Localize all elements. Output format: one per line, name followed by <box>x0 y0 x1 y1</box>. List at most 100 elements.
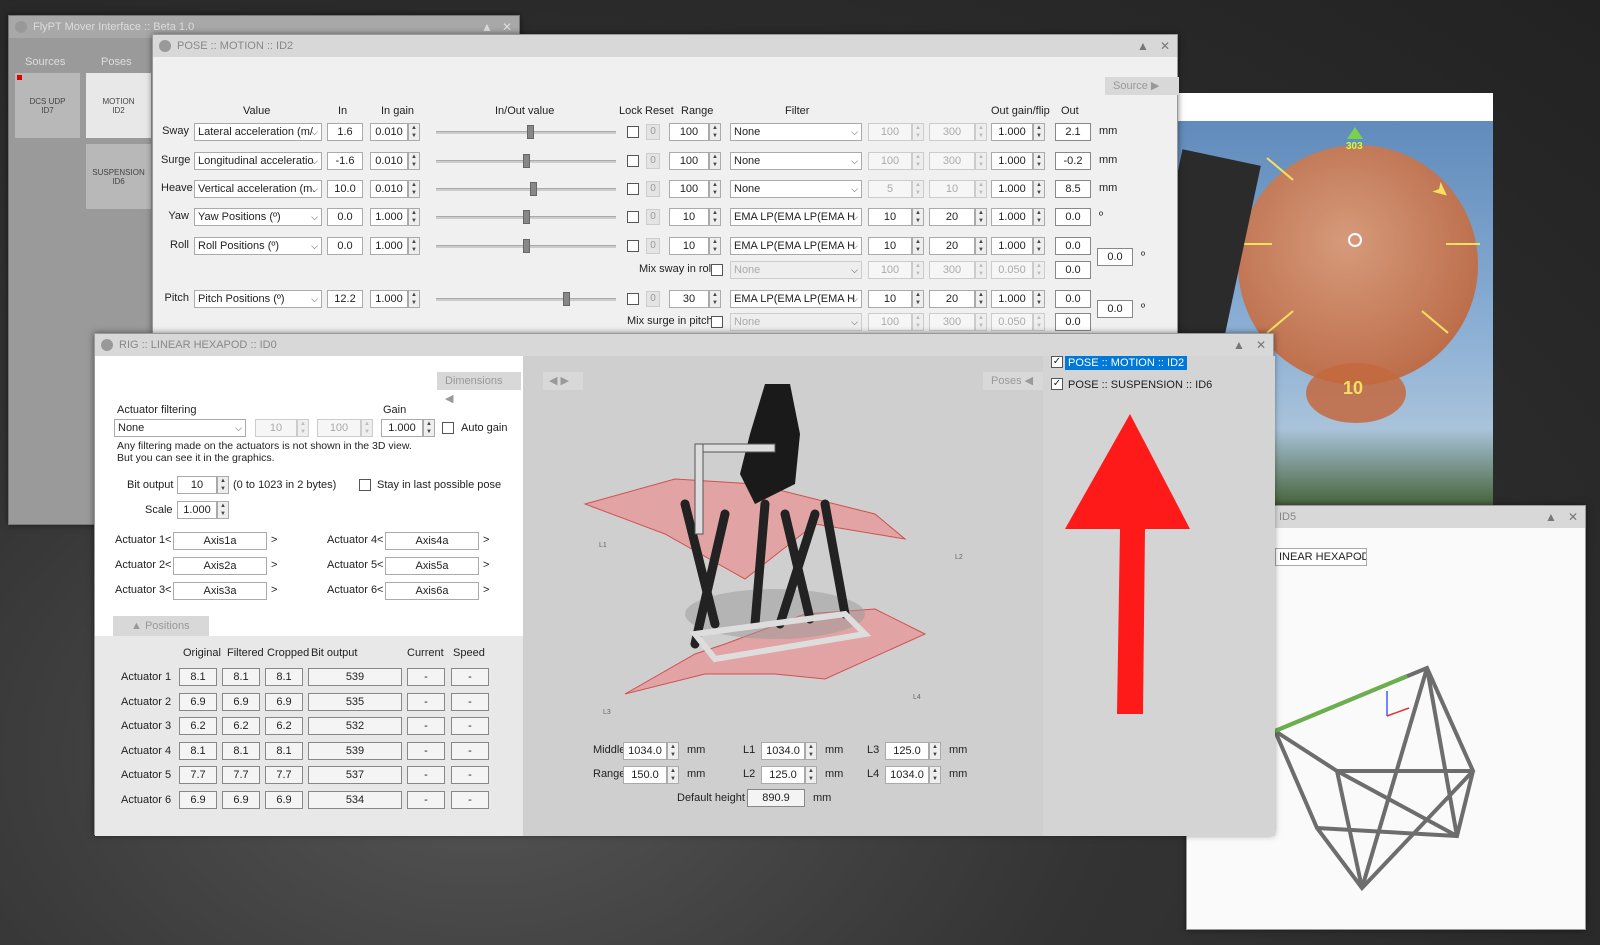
rig-window-titlebar[interactable]: RIG :: LINEAR HEXAPOD :: ID0 <box>95 334 1273 356</box>
mix-param-1-input[interactable]: 100 <box>868 313 912 331</box>
stepper[interactable]: ▲ ▼ <box>408 180 420 198</box>
filter-select[interactable]: EMA LP(EMA LP(EMA H ⌵ <box>730 237 862 255</box>
tab-poses[interactable]: Poses <box>101 56 132 68</box>
stepper[interactable]: ▲ ▼ <box>709 290 721 308</box>
filter-param-2-input[interactable]: 10 <box>929 180 975 198</box>
lock-checkbox[interactable] <box>627 240 639 252</box>
filter-select[interactable]: EMA LP(EMA LP(EMA H ⌵ <box>730 208 862 226</box>
stay-last-pose-checkbox[interactable] <box>359 479 371 491</box>
pose-card-suspension[interactable]: SUSPENSION ID6 <box>86 144 151 209</box>
filter-param-2-input[interactable]: 20 <box>929 237 975 255</box>
range-input[interactable]: 100 <box>669 123 709 141</box>
stepper[interactable]: ▲ ▼ <box>667 742 679 760</box>
middle-input[interactable]: 1034.0 <box>623 742 667 760</box>
input-source-select[interactable]: Pitch Positions (º) ⌵ <box>194 290 322 308</box>
stepper[interactable]: ▲ ▼ <box>912 261 924 279</box>
stepper[interactable]: ▲ ▼ <box>1033 152 1045 170</box>
stepper[interactable]: ▲ ▼ <box>408 290 420 308</box>
stepper[interactable]: ▲ ▼ <box>667 766 679 784</box>
stepper[interactable]: ▲ ▼ <box>1033 123 1045 141</box>
pose-list-item[interactable]: ✓ POSE :: SUSPENSION :: ID6 <box>1051 376 1215 394</box>
filter-param-2-input[interactable]: 300 <box>929 123 975 141</box>
out-gain-input[interactable]: 1.000 <box>991 290 1033 308</box>
stepper[interactable]: ▲ ▼ <box>912 313 924 331</box>
out-gain-input[interactable]: 1.000 <box>991 123 1033 141</box>
maximize-icon[interactable]: ▲ <box>1541 506 1561 528</box>
stepper[interactable]: ▲ ▼ <box>975 290 987 308</box>
out-gain-input[interactable]: 1.000 <box>991 152 1033 170</box>
filter-param-2-input[interactable]: 20 <box>929 290 975 308</box>
gain-input[interactable]: 1.000 <box>381 419 423 437</box>
reset-button[interactable]: 0 <box>646 153 660 169</box>
input-source-select[interactable]: Vertical acceleration (m. ⌵ <box>194 180 322 198</box>
scale-stepper[interactable]: ▲ ▼ <box>217 501 229 519</box>
l1-input[interactable]: 1034.0 <box>761 742 805 760</box>
in-value[interactable]: -1.6 <box>327 152 363 170</box>
mix-checkbox[interactable] <box>711 264 723 276</box>
pose-list-checkbox[interactable]: ✓ <box>1051 356 1063 369</box>
maximize-icon[interactable]: ▲ <box>1133 35 1153 57</box>
gain-stepper[interactable]: ▲ ▼ <box>423 419 435 437</box>
range-input[interactable]: 30 <box>669 290 709 308</box>
actuator-axis-input[interactable]: Axis4a <box>385 532 479 550</box>
filter-param-1-input[interactable]: 10 <box>868 290 912 308</box>
stepper[interactable]: ▲ ▼ <box>929 742 941 760</box>
stepper[interactable]: ▲ ▼ <box>408 123 420 141</box>
lock-checkbox[interactable] <box>627 126 639 138</box>
stepper[interactable]: ▲ ▼ <box>912 237 924 255</box>
source-card-dcs[interactable]: DCS UDP ID7 <box>15 73 80 138</box>
mix-gain-input[interactable]: 0.050 <box>991 313 1033 331</box>
poses-tab[interactable]: Poses ◀ <box>983 372 1043 390</box>
lock-checkbox[interactable] <box>627 155 639 167</box>
stepper[interactable]: ▲ ▼ <box>975 261 987 279</box>
stepper[interactable]: ▲ ▼ <box>975 313 987 331</box>
stepper[interactable]: ▲ ▼ <box>709 123 721 141</box>
input-source-select[interactable]: Lateral acceleration (m/⌵ <box>194 123 322 141</box>
stepper[interactable]: ▲ ▼ <box>1033 261 1045 279</box>
filter-select[interactable]: None ⌵ <box>730 152 862 170</box>
stepper[interactable]: ▲ ▼ <box>1033 313 1045 331</box>
stepper[interactable]: ▲ ▼ <box>912 123 924 141</box>
stepper[interactable]: ▲ ▼ <box>1033 180 1045 198</box>
in-gain-input[interactable]: 1.000 <box>370 290 408 308</box>
inout-slider-thumb[interactable] <box>523 239 530 253</box>
stepper[interactable]: ▲ ▼ <box>408 208 420 226</box>
stepper[interactable]: ▲ ▼ <box>975 180 987 198</box>
mix-param-2-input[interactable]: 300 <box>929 261 975 279</box>
stepper[interactable]: ▲ ▼ <box>975 237 987 255</box>
auto-gain-checkbox[interactable] <box>442 422 454 434</box>
actuator-axis-input[interactable]: Axis3a <box>173 582 267 600</box>
out-gain-input[interactable]: 1.000 <box>991 237 1033 255</box>
filter-param-1-input[interactable]: 100 <box>868 152 912 170</box>
lock-checkbox[interactable] <box>627 211 639 223</box>
range-input[interactable]: 10 <box>669 208 709 226</box>
filter-select[interactable]: None ⌵ <box>730 180 862 198</box>
bit-output-stepper[interactable]: ▲ ▼ <box>217 476 229 494</box>
tab-sources[interactable]: Sources <box>25 56 65 68</box>
actuator-filter-select[interactable]: None ⌵ <box>114 419 246 437</box>
pose-list-checkbox[interactable]: ✓ <box>1051 378 1063 391</box>
range-input[interactable]: 100 <box>669 180 709 198</box>
stepper[interactable]: ▲ ▼ <box>805 742 817 760</box>
actuator-axis-input[interactable]: Axis1a <box>173 532 267 550</box>
reset-button[interactable]: 0 <box>646 209 660 225</box>
lock-checkbox[interactable] <box>627 183 639 195</box>
inout-slider-thumb[interactable] <box>523 210 530 224</box>
rig-type-select[interactable]: INEAR HEXAPOD ⌵ <box>1275 548 1367 566</box>
stepper[interactable]: ▲ ▼ <box>975 123 987 141</box>
reset-button[interactable]: 0 <box>646 238 660 254</box>
stepper[interactable]: ▲ ▼ <box>975 152 987 170</box>
mix-filter-select[interactable]: None ⌵ <box>730 313 862 331</box>
filter-param-2-stepper[interactable]: ▲ ▼ <box>361 419 373 437</box>
stepper[interactable]: ▲ ▼ <box>709 208 721 226</box>
stepper[interactable]: ▲ ▼ <box>408 237 420 255</box>
close-icon[interactable]: ✕ <box>1155 35 1175 57</box>
l2-input[interactable]: 125.0 <box>761 766 805 784</box>
inout-slider-thumb[interactable] <box>523 154 530 168</box>
stepper[interactable]: ▲ ▼ <box>1033 290 1045 308</box>
stepper[interactable]: ▲ ▼ <box>1033 237 1045 255</box>
input-source-select[interactable]: Yaw Positions (º) ⌵ <box>194 208 322 226</box>
dimensions-tab[interactable]: Dimensions ◀ <box>437 372 521 405</box>
filter-param-2-input[interactable]: 20 <box>929 208 975 226</box>
range-input[interactable]: 150.0 <box>623 766 667 784</box>
